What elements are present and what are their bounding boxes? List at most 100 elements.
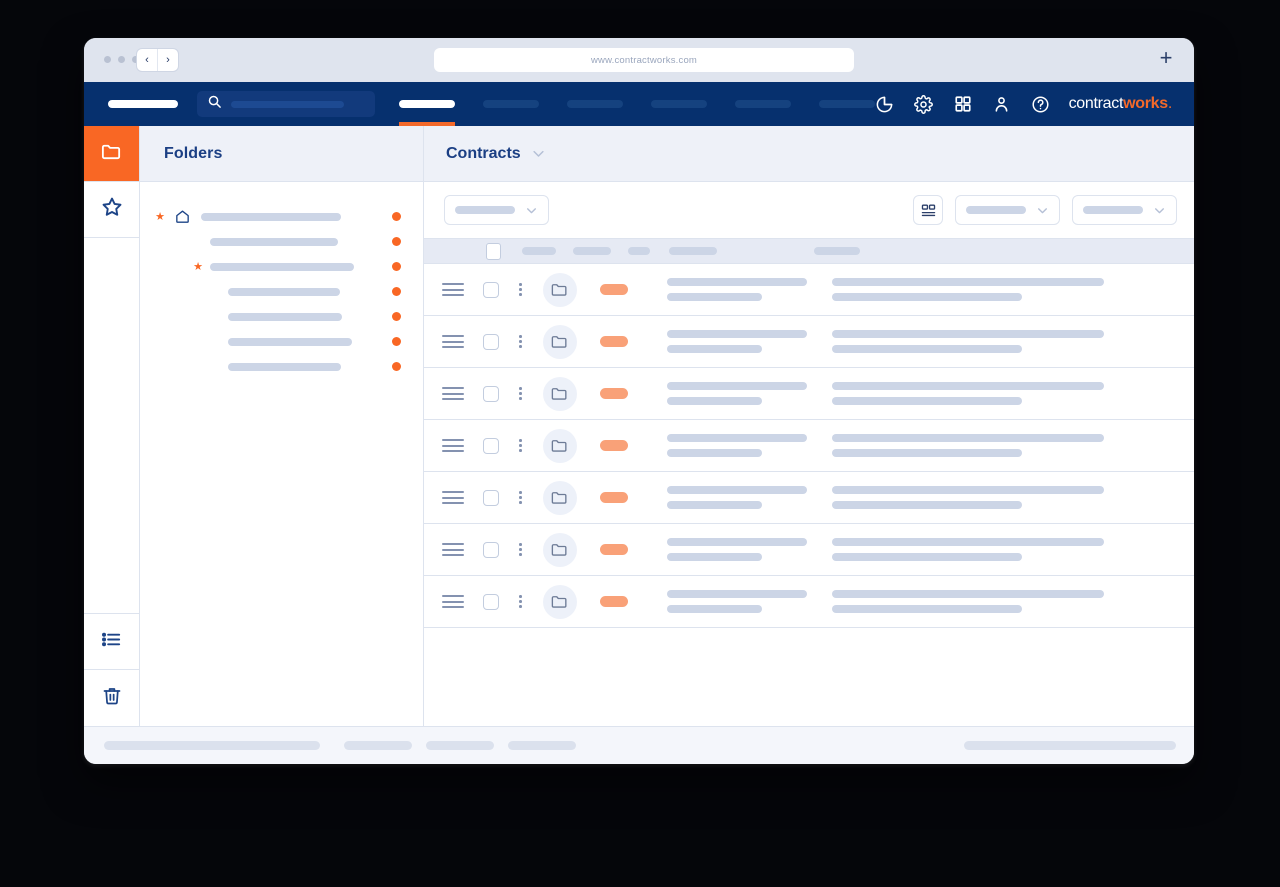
folder-icon[interactable] [542, 480, 577, 515]
footer-item[interactable] [344, 741, 412, 750]
sidebar-item-favorites[interactable] [84, 182, 139, 238]
more-options-icon[interactable] [519, 387, 522, 400]
window-close-dot[interactable] [104, 56, 111, 63]
table-row[interactable] [424, 316, 1194, 368]
footer-item[interactable] [508, 741, 576, 750]
nav-item-2[interactable] [482, 82, 539, 126]
help-circle-icon[interactable] [1031, 94, 1051, 114]
footer-right-item[interactable] [964, 741, 1176, 750]
row-checkbox[interactable] [483, 333, 499, 350]
folder-tree-item[interactable] [140, 229, 423, 254]
contracts-table [424, 264, 1194, 628]
select-value-placeholder [455, 206, 515, 214]
gear-icon[interactable] [914, 94, 934, 114]
footer-bar [84, 726, 1194, 764]
drag-handle-icon[interactable] [442, 491, 464, 504]
footer-item[interactable] [104, 741, 320, 750]
nav-item-5[interactable] [734, 82, 791, 126]
folder-status-dot [392, 212, 401, 221]
logo-part-dot: . [1167, 95, 1172, 112]
select-all-checkbox[interactable] [486, 242, 501, 260]
status-badge [599, 388, 628, 399]
row-checkbox[interactable] [483, 385, 499, 402]
nav-item-3[interactable] [566, 82, 623, 126]
window-minimize-dot[interactable] [118, 56, 125, 63]
sort-select[interactable] [1072, 195, 1177, 225]
more-options-icon[interactable] [519, 491, 522, 504]
column-header[interactable] [628, 247, 650, 255]
folder-icon[interactable] [542, 584, 577, 619]
grid-apps-icon[interactable] [953, 94, 973, 114]
table-header [424, 238, 1194, 264]
table-row[interactable] [424, 472, 1194, 524]
table-row[interactable] [424, 368, 1194, 420]
row-checkbox[interactable] [483, 593, 499, 610]
more-options-icon[interactable] [519, 543, 522, 556]
sidebar-item-list-view[interactable] [84, 614, 139, 670]
chevron-down-icon[interactable] [531, 146, 546, 161]
folder-tree-item[interactable] [140, 354, 423, 379]
star-icon[interactable]: ★ [192, 260, 204, 273]
card-view-icon[interactable] [913, 195, 943, 225]
column-header[interactable] [669, 247, 717, 255]
sidebar-item-folders[interactable] [84, 126, 139, 182]
browser-nav-buttons[interactable]: ‹ › [137, 49, 178, 71]
folder-icon[interactable] [542, 428, 577, 463]
folder-icon[interactable] [542, 532, 577, 567]
drag-handle-icon[interactable] [442, 283, 464, 296]
more-options-icon[interactable] [519, 439, 522, 452]
nav-item-4[interactable] [650, 82, 707, 126]
contract-detail-cell [831, 382, 1104, 405]
table-row[interactable] [424, 264, 1194, 316]
address-bar-url: www.contractworks.com [590, 54, 698, 66]
contract-name-cell [666, 330, 807, 353]
folder-icon[interactable] [542, 324, 577, 359]
user-icon[interactable] [992, 94, 1012, 114]
column-header[interactable] [573, 247, 611, 255]
folder-tree-item[interactable] [140, 279, 423, 304]
forward-button[interactable]: › [157, 49, 178, 71]
window-controls[interactable] [104, 56, 139, 63]
table-row[interactable] [424, 524, 1194, 576]
sidebar-item-trash[interactable] [84, 670, 139, 726]
new-tab-button[interactable]: + [1154, 46, 1178, 70]
folder-scope-select[interactable] [444, 195, 549, 225]
chevron-down-icon [1153, 204, 1166, 217]
more-options-icon[interactable] [519, 335, 522, 348]
folder-status-dot [392, 287, 401, 296]
nav-item-6[interactable] [818, 82, 875, 126]
filter-select[interactable] [955, 195, 1060, 225]
address-bar[interactable]: www.contractworks.com [434, 48, 854, 72]
pie-chart-icon[interactable] [875, 94, 895, 114]
drag-handle-icon[interactable] [442, 439, 464, 452]
drag-handle-icon[interactable] [442, 387, 464, 400]
folder-tree-item[interactable] [140, 329, 423, 354]
more-options-icon[interactable] [519, 283, 522, 296]
back-button[interactable]: ‹ [137, 49, 157, 71]
drag-handle-icon[interactable] [442, 543, 464, 556]
column-header[interactable] [814, 247, 860, 255]
contract-name-cell [666, 382, 807, 405]
search-input[interactable] [196, 91, 375, 117]
folder-tree-item[interactable]: ★ [140, 254, 423, 279]
drag-handle-icon[interactable] [442, 595, 464, 608]
nav-item-1[interactable] [398, 82, 455, 126]
select-value-placeholder [1083, 206, 1143, 214]
footer-item[interactable] [426, 741, 494, 750]
table-row[interactable] [424, 576, 1194, 628]
row-checkbox[interactable] [483, 437, 499, 454]
table-row[interactable] [424, 420, 1194, 472]
star-icon[interactable]: ★ [154, 210, 166, 223]
row-checkbox[interactable] [483, 281, 499, 298]
drag-handle-icon[interactable] [442, 335, 464, 348]
column-header[interactable] [522, 247, 556, 255]
app-brand-placeholder[interactable] [108, 100, 178, 108]
folder-icon[interactable] [542, 376, 577, 411]
folder-tree-item[interactable] [140, 304, 423, 329]
folder-icon[interactable] [542, 272, 577, 307]
more-options-icon[interactable] [519, 595, 522, 608]
nav-icon-group [875, 94, 1069, 114]
folder-tree-item[interactable]: ★ [140, 204, 423, 229]
row-checkbox[interactable] [483, 541, 499, 558]
row-checkbox[interactable] [483, 489, 499, 506]
